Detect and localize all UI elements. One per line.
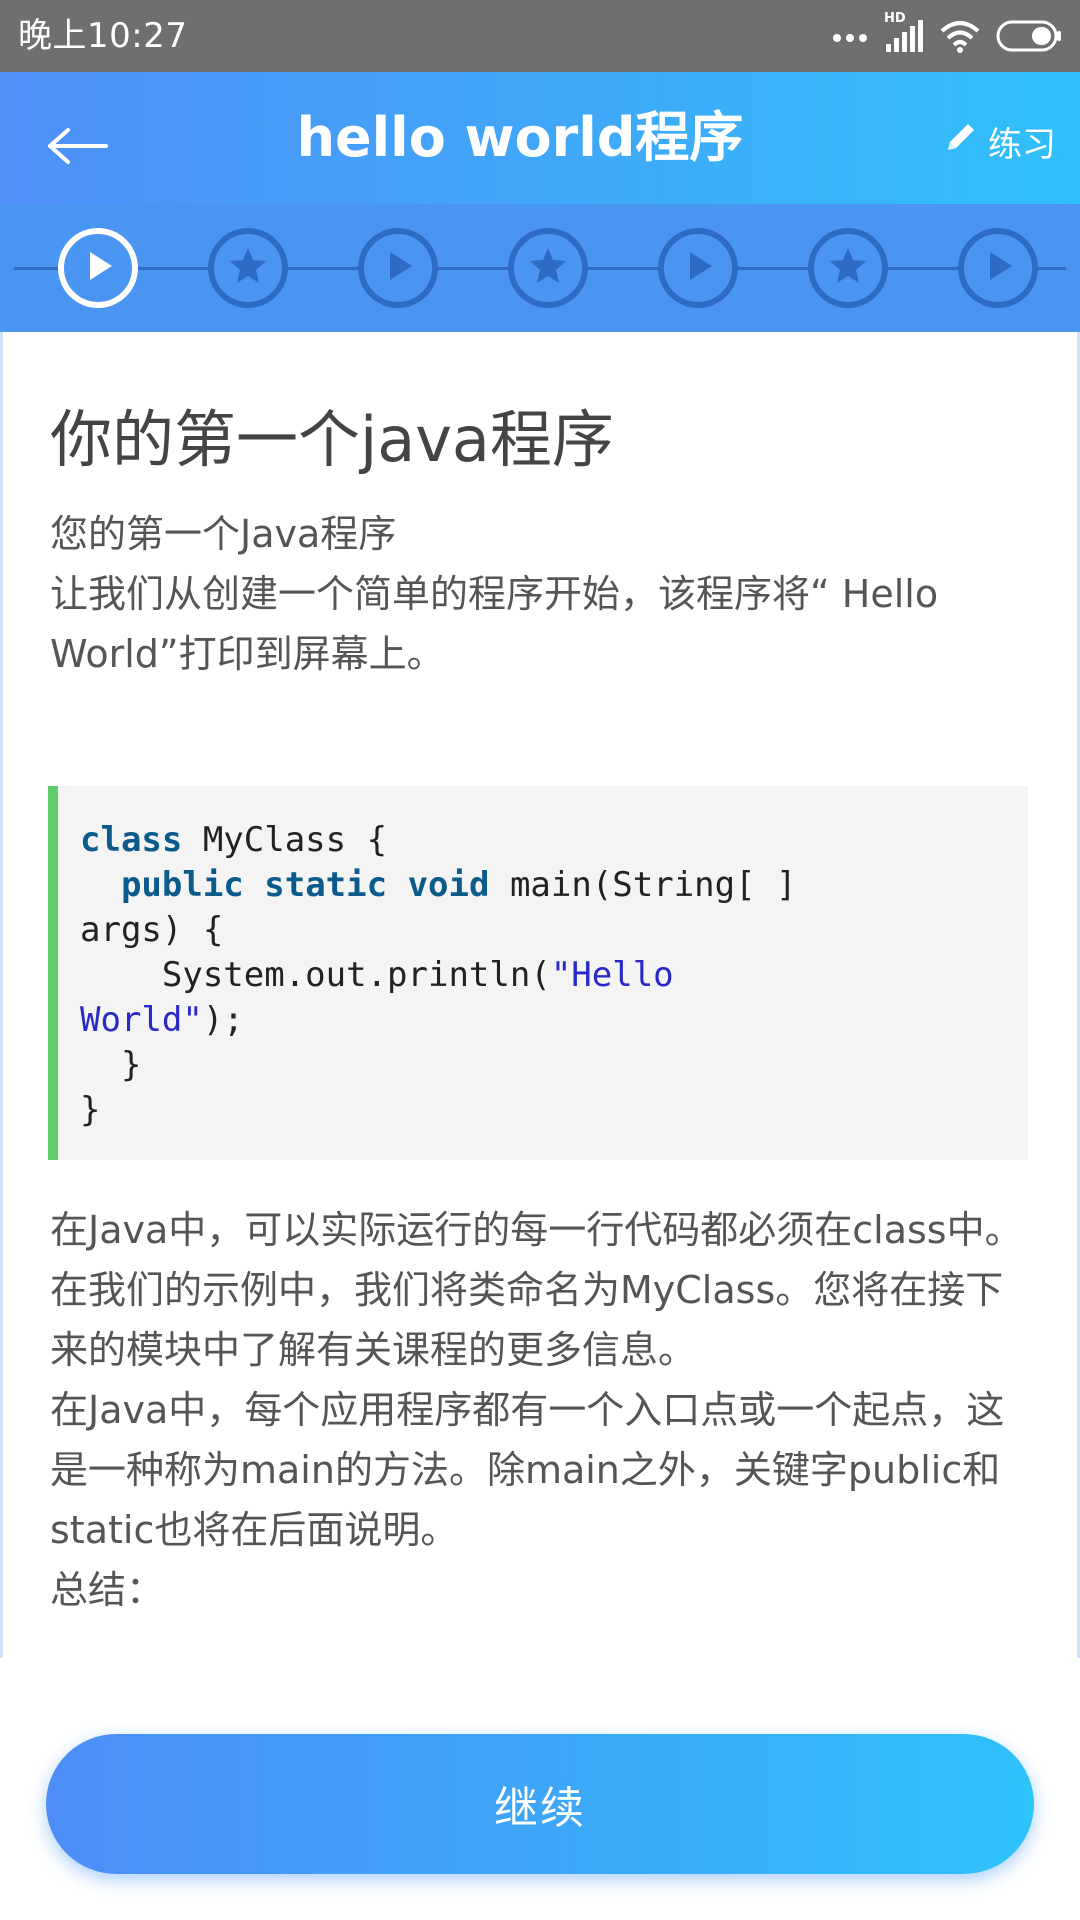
status-bar: 晚上10:27 HD [0, 0, 1080, 72]
play-icon [78, 246, 118, 290]
code-line-2: public static void main(String[ ] [120, 865, 797, 905]
arrow-left-icon [46, 126, 110, 170]
star-icon [826, 244, 870, 292]
code-line-4: System.out.println("Hello [80, 955, 674, 995]
signal-icon: HD [884, 12, 924, 54]
code-line-6: } [80, 1045, 142, 1085]
lesson-progress-stepper [0, 204, 1080, 332]
battery-icon [996, 20, 1062, 52]
network-badge: HD [884, 11, 906, 26]
body-paragraph: 在Java中，可以实际运行的每一行代码都必须在class中。 [50, 1208, 1023, 1252]
step-5-play[interactable] [658, 228, 738, 308]
status-time: 晚上10:27 [18, 16, 188, 56]
step-3-play[interactable] [358, 228, 438, 308]
back-button[interactable] [38, 108, 118, 188]
lesson-title: 你的第一个java程序 [50, 403, 614, 476]
code-line-5: World"); [80, 1000, 244, 1040]
body-paragraph: 在我们的示例中，我们将类命名为MyClass。您将在接下来的模块中了解有关课程的… [50, 1268, 1004, 1372]
step-7-play[interactable] [958, 228, 1038, 308]
lesson-intro: 您的第一个Java程序 让我们从创建一个简单的程序开始，该程序将“ Hello … [50, 504, 1030, 684]
intro-line: 您的第一个Java程序 [50, 512, 397, 556]
wifi-icon [940, 19, 980, 53]
continue-button[interactable]: 继续 [46, 1734, 1034, 1874]
lesson-body: 在Java中，可以实际运行的每一行代码都必须在class中。 在我们的示例中，我… [50, 1200, 1040, 1620]
body-paragraph: 在Java中，每个应用程序都有一个入口点或一个起点，这是一种称为main的方法。… [50, 1388, 1005, 1552]
page-title: hello world程序 [296, 106, 744, 169]
practice-button[interactable]: 练习 [944, 114, 1056, 168]
play-icon [678, 246, 718, 290]
lesson-content[interactable]: 你的第一个java程序 您的第一个Java程序 让我们从创建一个简单的程序开始，… [0, 332, 1080, 1658]
step-6-star[interactable] [808, 228, 888, 308]
code-line-7: } [80, 1090, 101, 1130]
step-2-star[interactable] [208, 228, 288, 308]
star-icon [226, 244, 270, 292]
pencil-icon [944, 120, 978, 163]
code-block: class MyClass { public static void main(… [48, 786, 1028, 1160]
play-icon [978, 246, 1018, 290]
star-icon [526, 244, 570, 292]
app-header: hello world程序 练习 [0, 72, 1080, 204]
code-line-3: args) { [80, 910, 224, 950]
intro-line: 让我们从创建一个简单的程序开始，该程序将“ Hello World”打印到屏幕上… [50, 572, 939, 676]
body-paragraph: 总结： [50, 1568, 165, 1612]
more-dots-icon [832, 30, 868, 42]
practice-label: 练习 [988, 124, 1056, 165]
app-screen: 晚上10:27 HD hello world程序 练习 你的第一个java程序 … [0, 0, 1080, 1920]
play-icon [378, 246, 418, 290]
code-line-1: class MyClass { [80, 820, 388, 860]
status-icons: HD [832, 12, 1062, 58]
step-4-star[interactable] [508, 228, 588, 308]
step-1-play[interactable] [58, 228, 138, 308]
